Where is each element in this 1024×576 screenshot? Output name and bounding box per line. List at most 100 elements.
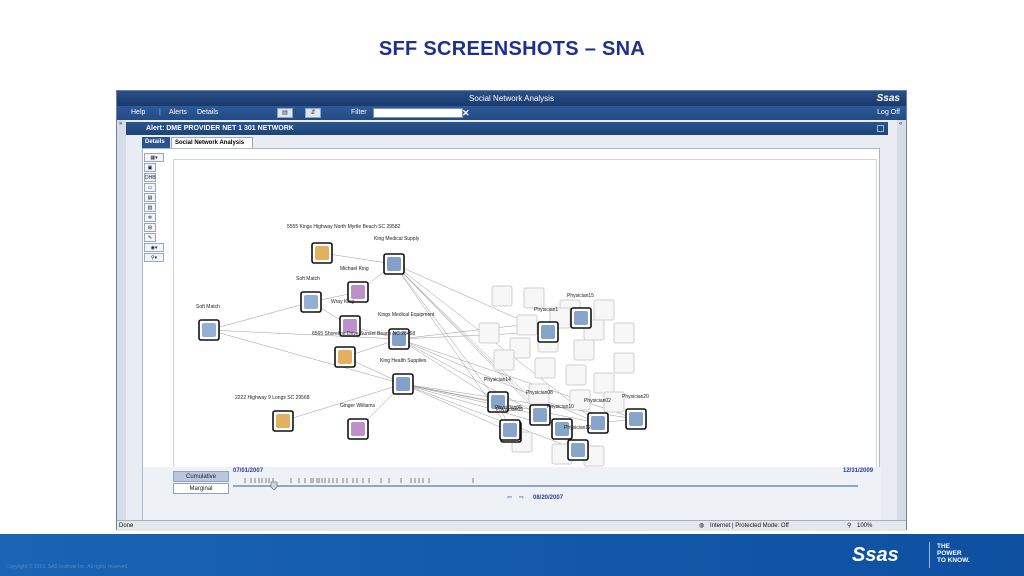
graph-node[interactable]: Soft Match — [196, 304, 220, 341]
doctor-icon — [541, 325, 555, 339]
marginal-button[interactable]: Marginal — [173, 483, 229, 494]
filter-input[interactable] — [373, 108, 463, 118]
status-zoom[interactable]: 100% — [857, 521, 872, 531]
graph-node[interactable]: Ginger Williams — [340, 403, 376, 440]
expand-left-icon[interactable]: » — [119, 121, 122, 127]
timeline-forward-icon[interactable]: ⇨ — [519, 494, 524, 501]
node-label: 6565 Shoreline Drive Sunset Beach NC 284… — [312, 331, 415, 337]
inactive-physician-node[interactable] — [491, 285, 513, 307]
doctor-icon — [571, 443, 585, 457]
node-label: Physician12 — [564, 425, 591, 431]
node-label: Soft Match — [196, 304, 220, 310]
settings-icon[interactable]: ✲ — [144, 213, 156, 222]
timeline-slider-handle[interactable] — [270, 481, 278, 490]
graph-node[interactable]: 2222 Highway 9 Longs SC 29568 — [235, 395, 310, 432]
slide-title: SFF SCREENSHOTS – SNA — [378, 38, 646, 60]
collapse-right-icon[interactable]: « — [899, 121, 902, 127]
cumulative-button[interactable]: Cumulative — [173, 471, 229, 482]
inactive-physician-node[interactable] — [523, 287, 545, 309]
print-icon[interactable]: ▤ — [277, 108, 293, 118]
globe-icon: ◍ — [699, 523, 705, 529]
inactive-physician-node[interactable] — [613, 352, 635, 374]
node-label: Soft Match — [296, 276, 320, 282]
zoom-tool-icon[interactable]: ⚲▾ — [144, 253, 164, 262]
node-label: Physician1 — [534, 307, 558, 313]
grid-icon[interactable]: ▤ — [144, 193, 156, 202]
right-collapse-strip[interactable]: « — [897, 120, 906, 520]
graph-edge — [208, 329, 404, 385]
status-done: Done — [119, 523, 134, 529]
menu-alerts[interactable]: Alerts — [169, 106, 187, 120]
zoom-icon[interactable]: ⚲ — [847, 521, 851, 531]
inactive-physician-node[interactable] — [534, 357, 556, 379]
inactive-physician-node[interactable] — [573, 339, 595, 361]
graph-node[interactable]: King Medical Supply — [374, 236, 420, 275]
save-icon[interactable]: ▣ — [144, 163, 156, 172]
dhb-icon[interactable]: DHB — [144, 173, 156, 182]
window-title: Social Network Analysis — [469, 94, 554, 103]
graph-node[interactable]: Michael King — [340, 266, 369, 303]
address-icon — [276, 414, 290, 428]
footer-divider — [929, 542, 930, 568]
inactive-physician-node[interactable] — [493, 349, 515, 371]
node-label: Wray King — [331, 299, 354, 305]
tagline: THE POWER TO KNOW. — [937, 543, 970, 564]
filter-tool-icon[interactable]: ◉▾ — [144, 243, 164, 252]
timeline-back-icon[interactable]: ⇦ — [507, 494, 512, 501]
tagline-line: THE — [937, 543, 950, 550]
layout-tool-icon[interactable]: ▦▾ — [144, 153, 164, 162]
copyright-text: Copyright © 2010, SAS Institute Inc. All… — [6, 564, 129, 570]
doctor-icon — [533, 408, 547, 422]
tree-icon[interactable]: ⊞ — [144, 223, 156, 232]
node-label: Michael King — [340, 266, 369, 272]
menu-help[interactable]: Help — [131, 106, 145, 120]
person-icon — [351, 422, 365, 436]
supply-icon — [387, 257, 401, 271]
timeline-start-date: 07/01/2007 — [233, 468, 264, 474]
doctor-icon — [629, 412, 643, 426]
graph-node[interactable]: Soft Match — [296, 276, 322, 313]
tagline-line: POWER — [937, 550, 962, 557]
inactive-physician-node[interactable] — [565, 364, 587, 386]
network-graph[interactable]: 5555 Kings Highway North Myrtle Beach SC… — [173, 159, 877, 469]
graph-node[interactable]: Physician05 — [495, 405, 522, 441]
graph-node[interactable]: Physician10 — [547, 404, 574, 440]
tab-social-network-analysis[interactable]: Social Network Analysis — [171, 137, 253, 148]
timeline-track[interactable] — [233, 476, 863, 490]
doctor-icon — [591, 416, 605, 430]
tab-details[interactable]: Details — [142, 137, 170, 148]
logoff-link[interactable]: Log Off — [877, 106, 900, 120]
graph-node[interactable]: Physician1 — [534, 307, 559, 343]
left-collapse-strip[interactable]: » — [117, 120, 126, 520]
graph-node[interactable]: Physician15 — [567, 293, 594, 329]
sas-logo: Ssas — [876, 93, 900, 104]
node-label: Physician02 — [584, 398, 611, 404]
match-icon — [202, 323, 216, 337]
inactive-physician-node[interactable] — [593, 299, 615, 321]
sna-panel: ▦▾ ▣ DHB ▭ ▤ ▥ ✲ ⊞ ✎ ◉▾ ⚲▾ 5555 Kings Hi… — [142, 148, 881, 522]
window-titlebar: Social Network Analysis Ssas — [117, 91, 906, 106]
network-graph-canvas[interactable]: 5555 Kings Highway North Myrtle Beach SC… — [174, 160, 878, 470]
pin-icon[interactable]: ✎ — [144, 233, 156, 242]
timeline-panel: Cumulative Marginal 07/01/2007 12/31/200… — [143, 467, 881, 522]
graph-node[interactable]: Physician20 — [622, 394, 649, 430]
inactive-physician-node[interactable] — [613, 322, 635, 344]
clear-filter-icon[interactable]: ✕ — [462, 106, 470, 120]
inactive-physician-node[interactable] — [516, 314, 538, 336]
inactive-physician-node[interactable] — [593, 372, 615, 394]
menu-details[interactable]: Details — [197, 106, 218, 120]
graph-node[interactable]: Physician12 — [564, 425, 591, 461]
node-label: Kings Medical Equipment — [378, 312, 435, 318]
node-label: 5555 Kings Highway North Myrtle Beach SC… — [287, 224, 401, 230]
filter-label: Filter — [351, 109, 367, 116]
export-icon[interactable]: ⇵ — [305, 108, 321, 118]
menu-separator: | — [159, 109, 161, 116]
window-icon[interactable]: ▭ — [144, 183, 156, 192]
app-window: Social Network Analysis Ssas Help | Aler… — [116, 90, 907, 531]
tagline-line: TO KNOW. — [937, 557, 970, 564]
table-icon[interactable]: ▥ — [144, 203, 156, 212]
alert-label: Alert: — [146, 125, 165, 132]
graph-edge — [208, 301, 312, 331]
maximize-icon[interactable] — [877, 125, 884, 132]
inactive-physician-node[interactable] — [478, 322, 500, 344]
